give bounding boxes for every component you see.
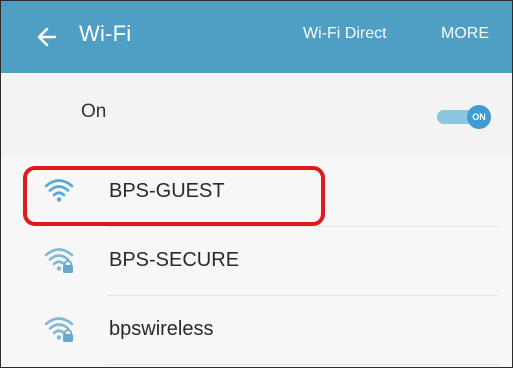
network-ssid: bpswireless xyxy=(109,318,214,340)
wifi-toggle-row[interactable]: On ON xyxy=(1,73,512,158)
wifi-toggle-label: On xyxy=(81,101,107,122)
back-arrow-icon[interactable] xyxy=(31,23,59,51)
wifi-secured-icon xyxy=(44,317,74,342)
page-title: Wi-Fi xyxy=(79,21,132,46)
network-list: BPS-GUEST BPS-SECURE bpswireless xyxy=(1,158,512,365)
wifi-direct-button[interactable]: Wi-Fi Direct xyxy=(303,25,387,43)
more-button[interactable]: MORE xyxy=(441,25,489,43)
app-bar: Wi-Fi Wi-Fi Direct MORE xyxy=(1,1,512,73)
network-ssid: BPS-SECURE xyxy=(109,249,240,271)
network-item-bps-guest[interactable]: BPS-GUEST xyxy=(1,158,512,227)
network-item-bpswireless[interactable]: bpswireless xyxy=(1,296,512,365)
switch-thumb: ON xyxy=(467,105,491,129)
wifi-signal-icon xyxy=(44,179,74,202)
row-divider xyxy=(107,364,498,365)
wifi-secured-icon xyxy=(44,248,74,273)
network-item-bps-secure[interactable]: BPS-SECURE xyxy=(1,227,512,296)
wifi-switch[interactable]: ON xyxy=(437,105,493,129)
wifi-settings-screen: Wi-Fi Wi-Fi Direct MORE On ON BPS-GUEST xyxy=(0,0,513,368)
network-ssid: BPS-GUEST xyxy=(109,180,225,202)
